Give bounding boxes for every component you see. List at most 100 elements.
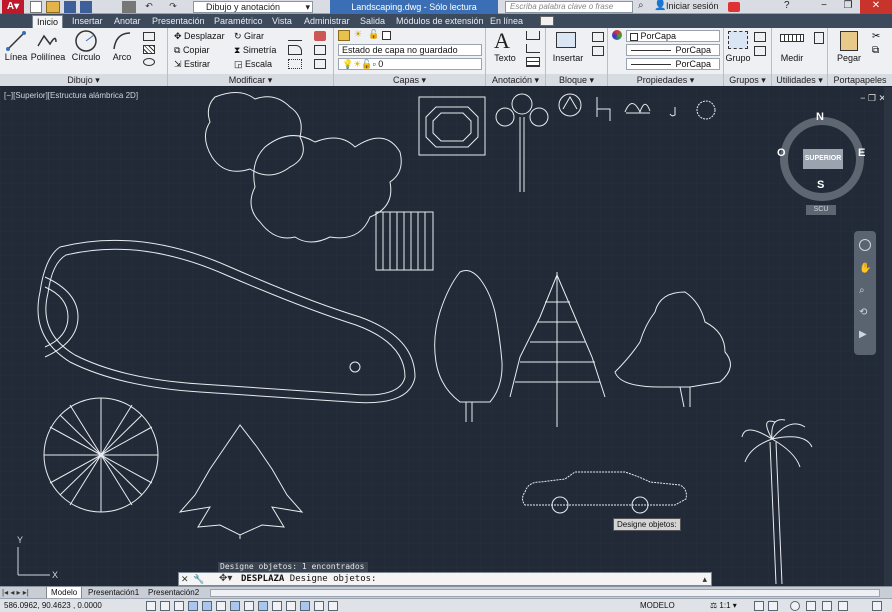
tab-parametrico[interactable]: Paramétrico [210,15,267,28]
new-icon[interactable] [30,1,42,13]
redo-icon[interactable]: ↷ [166,1,180,13]
copy-button[interactable]: ⧉ Copiar [174,45,209,56]
insert-icon[interactable] [556,32,576,48]
polar-icon[interactable] [188,601,198,611]
tab-en-linea[interactable]: En línea [486,15,527,28]
lineweight-select[interactable]: PorCapa [626,58,720,70]
dyn-icon[interactable] [258,601,268,611]
viewcube-top[interactable]: SUPERIOR [803,149,843,169]
restore-button[interactable]: ❐ [836,0,860,14]
trim-icon[interactable] [288,31,302,41]
tpy-icon[interactable] [286,601,296,611]
hardware-accel-icon[interactable] [838,601,848,611]
stretch-button[interactable]: ⇲ Estirar [174,59,210,70]
measure-button[interactable]: Medir [774,53,810,63]
space-toggle[interactable]: MODELO [640,601,675,610]
mirror-button[interactable]: ⧗ Simetría [234,45,276,56]
exchange-icon[interactable] [728,2,740,12]
calculator-icon[interactable] [814,32,824,44]
panel-title-portapapeles[interactable]: Portapapeles [828,74,892,86]
snap-icon[interactable] [146,601,156,611]
panel-title-utilidades[interactable]: Utilidades ▾ [772,74,827,86]
edit-block-icon[interactable] [592,46,604,56]
line-button[interactable]: Línea [2,52,30,62]
arc-button[interactable]: Arco [106,52,138,62]
group-button[interactable]: Grupo [724,53,752,63]
group-edit-icon[interactable] [754,46,766,56]
ortho-icon[interactable] [174,601,184,611]
drawing-canvas[interactable]: Y X [0,87,892,586]
leader-icon[interactable] [526,44,540,53]
text-icon[interactable]: A [494,28,510,54]
hatch-icon[interactable] [143,45,155,54]
sc-icon[interactable] [314,601,324,611]
ellipse-icon[interactable] [143,58,155,66]
explode-icon[interactable] [314,45,326,55]
otrack-icon[interactable] [230,601,240,611]
showmotion-icon[interactable]: ▶ [859,329,867,340]
vertical-scrollbar[interactable] [884,87,892,586]
coordinates-readout[interactable]: 586.0962, 90.4623 , 0.0000 [4,601,102,610]
current-layer-select[interactable]: 💡☀🔓▫ 0 [338,58,482,70]
viewcube-o[interactable]: O [777,147,786,159]
qp-icon[interactable] [300,601,310,611]
rotate-button[interactable]: ↻ Girar [234,31,264,42]
circle-button[interactable]: Círculo [68,52,104,62]
zoom-icon[interactable]: ⌕ [859,285,865,296]
polyline-icon[interactable] [36,30,58,52]
plot-icon[interactable] [122,1,136,13]
table-icon[interactable] [526,57,540,67]
fillet-icon[interactable] [288,45,302,55]
tab-anotar[interactable]: Anotar [110,15,145,28]
ungroup-icon[interactable] [754,32,766,42]
signin-link[interactable]: Iniciar sesión [666,1,719,11]
osnap-icon[interactable] [202,601,212,611]
paste-button[interactable]: Pegar [832,53,866,63]
am-icon[interactable] [328,601,338,611]
move-button[interactable]: ✥ Desplazar [174,31,225,42]
workspace-select[interactable]: Dibujo y anotación ▾ [193,1,313,13]
orbit-icon[interactable]: ⟲ [859,307,867,318]
insert-button[interactable]: Insertar [548,53,588,63]
panel-title-dibujo[interactable]: Dibujo ▾ [0,74,167,86]
tab-modulos[interactable]: Módulos de extensión [392,15,488,28]
viewport-window-controls[interactable]: − ❐ ✕ [860,93,886,104]
lwt-icon[interactable] [272,601,282,611]
ducs-icon[interactable] [244,601,254,611]
isolate-icon[interactable] [822,601,832,611]
copy-clip-icon[interactable]: ⧉ [872,45,879,56]
panel-title-grupos[interactable]: Grupos ▾ [724,74,771,86]
viewcube-n[interactable]: N [816,111,824,123]
arc-icon[interactable] [111,30,133,52]
cut-icon[interactable]: ✂ [872,31,880,42]
clean-screen-icon[interactable] [872,601,882,611]
ucs-menu[interactable]: SCU [806,205,836,215]
autoscale-icon[interactable] [768,601,778,611]
save-icon[interactable] [64,1,76,13]
3dosnap-icon[interactable] [216,601,226,611]
viewcube-s[interactable]: S [817,179,824,191]
command-line[interactable]: ✕ 🔧 ✥▾ DESPLAZA Designe objetos: ▴ [178,572,712,586]
array-icon[interactable] [288,59,302,69]
viewcube-e[interactable]: E [858,147,865,159]
tab-administrar[interactable]: Administrar [300,15,354,28]
offset-icon[interactable] [314,59,326,69]
dimension-icon[interactable] [526,31,540,40]
tab-presentacion[interactable]: Presentación [148,15,209,28]
lock-ui-icon[interactable] [806,601,816,611]
help-icon[interactable]: ? [784,0,790,11]
group-icon[interactable] [728,31,748,49]
customize-cmd-icon[interactable]: 🔧 [193,574,204,585]
search-icon[interactable]: ⌕ [638,0,644,11]
rectangle-icon[interactable] [143,32,155,41]
grid-icon[interactable] [160,601,170,611]
steeringwheel-icon[interactable] [859,239,871,251]
panel-title-propiedades[interactable]: Propiedades ▾ [608,74,723,86]
polyline-button[interactable]: Polilínea [30,52,66,62]
erase-icon[interactable] [314,31,326,41]
layer-properties-icon[interactable] [338,30,350,41]
drawing-area[interactable]: Y X [−][Superior][Estructura alámbrica 2… [0,87,892,586]
panel-title-bloque[interactable]: Bloque ▾ [546,74,607,86]
viewport-controls-label[interactable]: [−][Superior][Estructura alámbrica 2D] [4,91,138,100]
match-properties-icon[interactable] [612,30,622,40]
